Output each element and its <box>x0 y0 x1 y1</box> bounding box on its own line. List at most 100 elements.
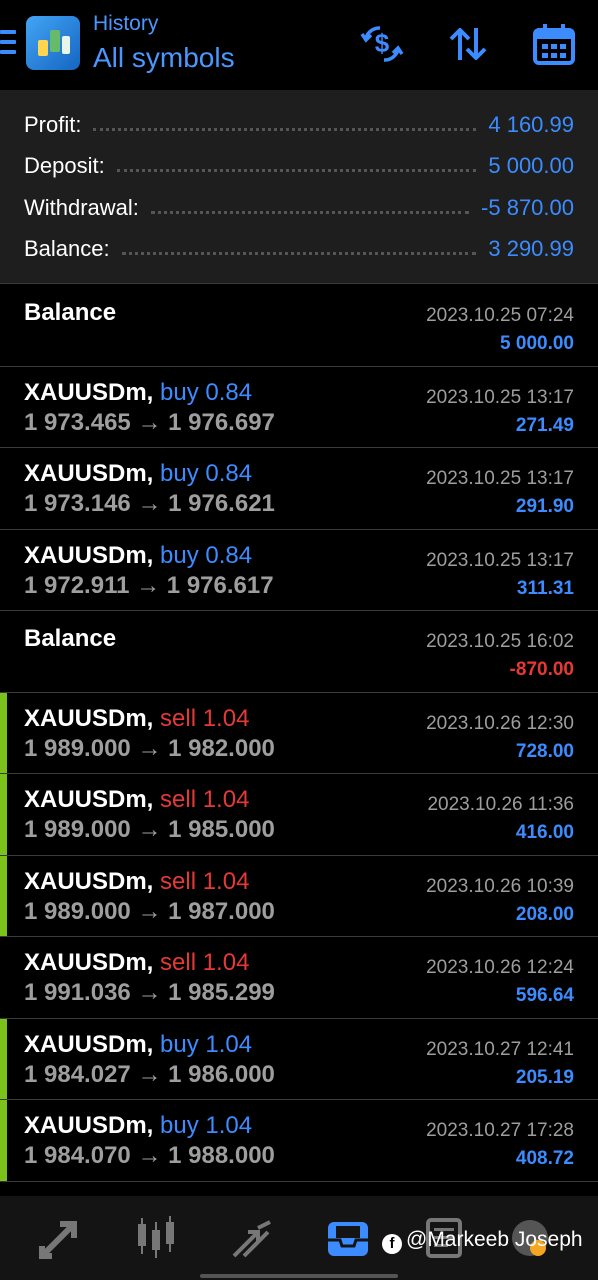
row-open-price: 1 984.070 <box>24 1142 131 1169</box>
row-date: 2023.10.25 16:02 <box>426 631 574 652</box>
arrow-right-icon: → <box>137 897 162 925</box>
row-close-price: 1 982.000 <box>168 734 275 762</box>
history-list: Balance 2023.10.25 07:24 5 000.00 XAUUSD… <box>0 285 598 1182</box>
summary-row-balance: Balance: 3 290.99 <box>24 234 574 264</box>
row-side-volume: buy 1.04 <box>160 1112 253 1139</box>
summary-row-profit: Profit: 4 160.99 <box>24 110 574 140</box>
row-profit: 408.72 <box>515 1148 574 1169</box>
trade-row[interactable]: XAUUSDm, buy 0.84 1 972.911 → 1 976.617 … <box>0 529 598 611</box>
dotted-leader <box>93 127 477 131</box>
summary-value: -5 870.00 <box>481 195 574 220</box>
arrow-right-icon: → <box>137 734 162 762</box>
row-side-volume: sell 1.04 <box>160 867 250 895</box>
trade-row[interactable]: XAUUSDm, sell 1.04 1 989.000 → 1 987.000… <box>0 855 598 937</box>
summary-value: 4 160.99 <box>488 112 574 137</box>
row-symbol: XAUUSDm, <box>24 541 154 569</box>
trade-row[interactable]: XAUUSDm, buy 0.84 1 973.465 → 1 976.697 … <box>0 366 598 448</box>
row-close-price: 1 986.000 <box>168 1060 275 1088</box>
row-close-price: 1 985.000 <box>168 816 275 843</box>
arrow-right-icon: → <box>137 408 162 436</box>
row-side-volume: sell 1.04 <box>160 786 250 813</box>
row-profit: 416.00 <box>515 822 574 843</box>
row-profit: -870.00 <box>509 659 574 680</box>
summary-value: 3 290.99 <box>488 236 574 261</box>
row-open-price: 1 984.027 <box>24 1060 131 1088</box>
row-profit: 271.49 <box>515 414 574 436</box>
row-date: 2023.10.27 17:28 <box>426 1120 574 1141</box>
row-symbol: XAUUSDm, <box>24 704 154 732</box>
sort-icon[interactable] <box>446 22 490 66</box>
menu-icon[interactable] <box>0 30 16 56</box>
header-subtitle: History <box>93 12 159 35</box>
row-open-price: 1 973.465 <box>24 408 131 436</box>
trade-row[interactable]: XAUUSDm, sell 1.04 1 991.036 → 1 985.299… <box>0 937 598 1019</box>
row-side-volume: buy 1.04 <box>160 1030 253 1058</box>
trade-row[interactable]: XAUUSDm, sell 1.04 1 989.000 → 1 985.000… <box>0 774 598 856</box>
row-date: 2023.10.26 11:36 <box>427 794 574 815</box>
row-date: 2023.10.25 13:17 <box>426 468 574 489</box>
dotted-leader <box>116 168 477 172</box>
row-close-price: 1 976.621 <box>168 490 275 517</box>
row-date: 2023.10.25 07:24 <box>426 305 574 326</box>
summary-row-withdrawal: Withdrawal: -5 870.00 <box>24 193 574 223</box>
row-date: 2023.10.27 12:41 <box>426 1038 574 1060</box>
home-indicator[interactable] <box>200 1274 398 1278</box>
row-profit: 728.00 <box>515 740 574 762</box>
row-date: 2023.10.26 12:24 <box>426 957 574 978</box>
trade-row[interactable]: XAUUSDm, buy 1.04 1 984.070 → 1 988.000 … <box>0 1100 598 1182</box>
summary-value: 5 000.00 <box>488 153 574 178</box>
row-profit: 311.31 <box>516 577 574 599</box>
row-open-price: 1 991.036 <box>24 979 131 1006</box>
summary-label: Profit: <box>24 112 82 137</box>
balance-row[interactable]: Balance 2023.10.25 07:24 5 000.00 <box>0 285 598 367</box>
row-date: 2023.10.25 13:17 <box>426 386 574 408</box>
dotted-leader <box>150 210 470 214</box>
watermark-credit: f @Markeeb Joseph <box>382 1228 583 1254</box>
summary-label: Deposit: <box>24 153 105 178</box>
svg-text:$: $ <box>375 28 390 58</box>
trade-icon[interactable] <box>230 1216 274 1260</box>
trade-row[interactable]: XAUUSDm, sell 1.04 1 989.000 → 1 982.000… <box>0 692 598 774</box>
deposit-swap-icon[interactable]: $ <box>360 22 404 66</box>
row-close-price: 1 976.617 <box>166 571 274 599</box>
row-date: 2023.10.25 13:17 <box>426 549 574 571</box>
row-profit: 205.19 <box>515 1066 574 1088</box>
row-open-price: 1 973.146 <box>24 490 131 517</box>
quotes-icon[interactable] <box>38 1216 82 1260</box>
row-title: Balance <box>24 299 117 326</box>
row-symbol: XAUUSDm, <box>24 460 154 487</box>
account-summary: Profit: 4 160.99 Deposit: 5 000.00 Withd… <box>0 90 598 284</box>
row-symbol: XAUUSDm, <box>24 949 154 976</box>
chart-icon[interactable] <box>134 1216 178 1260</box>
row-date: 2023.10.26 12:30 <box>426 712 574 734</box>
symbol-filter-title[interactable]: All symbols <box>93 42 235 74</box>
calendar-icon[interactable] <box>532 22 576 66</box>
row-title: Balance <box>24 625 117 652</box>
row-symbol: XAUUSDm, <box>24 786 154 813</box>
row-side-volume: sell 1.04 <box>160 949 250 976</box>
app-logo <box>26 16 80 70</box>
arrow-right-icon: → <box>137 979 162 1006</box>
dotted-leader <box>121 251 477 255</box>
row-close-price: 1 985.299 <box>168 979 275 1006</box>
trade-row[interactable]: XAUUSDm, buy 1.04 1 984.027 → 1 986.000 … <box>0 1018 598 1100</box>
arrow-right-icon: → <box>137 1060 162 1088</box>
row-symbol: XAUUSDm, <box>24 1112 154 1139</box>
row-date: 2023.10.26 10:39 <box>426 875 574 897</box>
row-symbol: XAUUSDm, <box>24 867 154 895</box>
row-open-price: 1 972.911 <box>24 571 130 599</box>
arrow-right-icon: → <box>137 1142 162 1169</box>
watermark-text: @Markeeb Joseph <box>406 1228 583 1251</box>
row-open-price: 1 989.000 <box>24 816 131 843</box>
history-icon[interactable] <box>326 1216 370 1260</box>
row-side-volume: buy 0.84 <box>160 460 253 487</box>
balance-row[interactable]: Balance 2023.10.25 16:02 -870.00 <box>0 611 598 693</box>
row-symbol: XAUUSDm, <box>24 378 154 406</box>
row-symbol: XAUUSDm, <box>24 1030 154 1058</box>
row-close-price: 1 976.697 <box>168 408 275 436</box>
trade-row[interactable]: XAUUSDm, buy 0.84 1 973.146 → 1 976.621 … <box>0 448 598 530</box>
row-side-volume: buy 0.84 <box>160 541 253 569</box>
row-side-volume: sell 1.04 <box>160 704 250 732</box>
summary-label: Withdrawal: <box>24 195 139 220</box>
row-close-price: 1 988.000 <box>168 1142 275 1169</box>
